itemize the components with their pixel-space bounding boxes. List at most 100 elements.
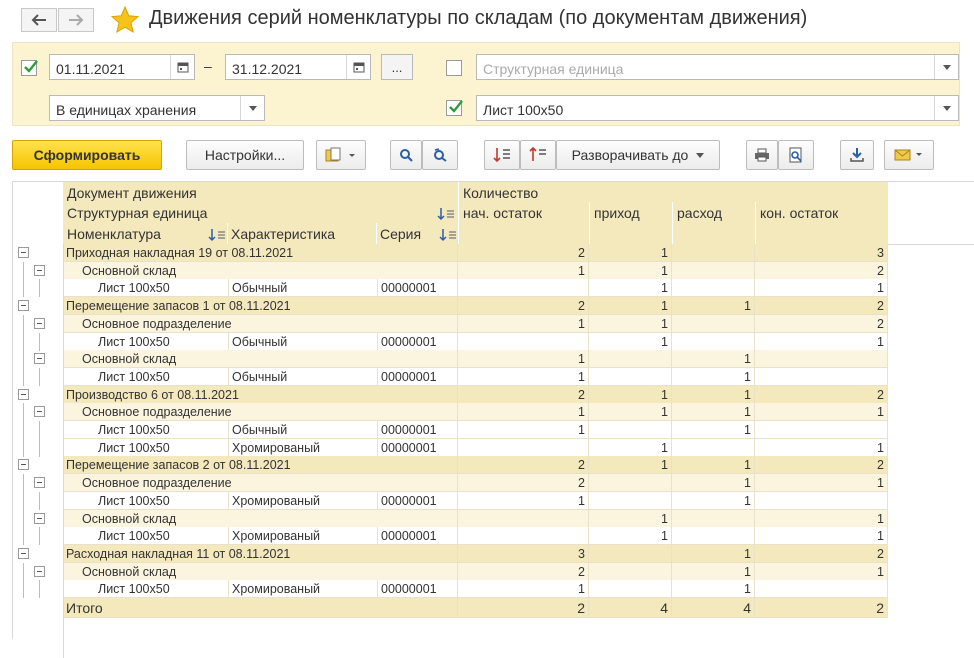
row-income[interactable]: 1	[589, 279, 672, 297]
table-row[interactable]: Лист 100х50 Обычный 00000001 1 1	[13, 279, 888, 297]
row-start[interactable]	[458, 510, 589, 528]
save-button[interactable]	[840, 140, 874, 170]
row-expense[interactable]: 1	[672, 403, 755, 421]
row-name[interactable]: Приходная накладная 19 от 08.11.2021	[63, 244, 458, 262]
row-expense[interactable]: 1	[672, 492, 755, 510]
row-series[interactable]: 00000001	[378, 492, 458, 510]
find-next-button[interactable]	[422, 140, 458, 170]
row-characteristic[interactable]: Хромированый	[229, 439, 378, 457]
date-from-field[interactable]: 01.11.2021	[49, 54, 195, 80]
row-series[interactable]: 00000001	[378, 439, 458, 457]
table-row[interactable]: Расходная накладная 11 от 08.11.2021 3 1 2	[13, 545, 888, 563]
row-series[interactable]: 00000001	[378, 279, 458, 297]
row-name[interactable]: Перемещение запасов 1 от 08.11.2021	[63, 297, 458, 315]
collapse-toggle-icon[interactable]	[18, 459, 29, 470]
table-row[interactable]: Лист 100х50 Обычный 00000001 1 1	[13, 368, 888, 386]
row-name[interactable]: Лист 100х50	[63, 492, 229, 510]
structural-unit-field[interactable]: Структурная единица	[476, 54, 959, 80]
row-series[interactable]: 00000001	[378, 580, 458, 598]
row-expense[interactable]: 1	[672, 421, 755, 439]
row-expense[interactable]	[672, 262, 755, 280]
row-expense[interactable]: 1	[672, 368, 755, 386]
row-characteristic[interactable]: Обычный	[229, 421, 378, 439]
sort-icon[interactable]	[437, 207, 455, 221]
row-income[interactable]	[589, 545, 672, 563]
row-start[interactable]	[458, 279, 589, 297]
table-row[interactable]: Основное подразделение 2 1 1	[13, 474, 888, 492]
calendar-button[interactable]	[170, 55, 194, 79]
table-row[interactable]: Лист 100х50 Обычный 00000001 1 1	[13, 421, 888, 439]
row-income[interactable]: 1	[589, 333, 672, 351]
row-name[interactable]: Расходная накладная 11 от 08.11.2021	[63, 545, 458, 563]
row-end[interactable]: 1	[755, 403, 888, 421]
row-series[interactable]: 00000001	[378, 368, 458, 386]
row-expense[interactable]: 1	[672, 386, 755, 404]
row-income[interactable]	[589, 563, 672, 581]
row-start[interactable]: 1	[458, 350, 589, 368]
row-start[interactable]: 1	[458, 492, 589, 510]
row-income[interactable]: 1	[589, 510, 672, 528]
row-end[interactable]: 1	[755, 439, 888, 457]
table-row[interactable]: Лист 100х50 Хромированый 00000001 1 1	[13, 580, 888, 598]
collapse-toggle-icon[interactable]	[34, 406, 45, 417]
row-name[interactable]: Лист 100х50	[63, 279, 229, 297]
table-row[interactable]: Лист 100х50 Обычный 00000001 1 1	[13, 333, 888, 351]
row-income[interactable]	[589, 350, 672, 368]
sort-icon[interactable]	[439, 228, 457, 242]
row-end[interactable]	[755, 580, 888, 598]
row-characteristic[interactable]: Хромированый	[229, 527, 378, 545]
row-name[interactable]: Основной склад	[63, 262, 458, 280]
row-income[interactable]: 1	[589, 456, 672, 474]
row-income[interactable]: 1	[589, 403, 672, 421]
back-button[interactable]	[21, 8, 57, 32]
row-name[interactable]: Основное подразделение	[63, 474, 458, 492]
row-income[interactable]: 1	[589, 527, 672, 545]
table-row[interactable]: Перемещение запасов 2 от 08.11.2021 2 1 1 2	[13, 456, 888, 474]
row-name[interactable]: Производство 6 от 08.11.2021	[63, 386, 458, 404]
row-income[interactable]	[589, 492, 672, 510]
collapse-toggle-icon[interactable]	[18, 389, 29, 400]
row-start[interactable]	[458, 333, 589, 351]
row-income[interactable]	[589, 368, 672, 386]
row-income[interactable]	[589, 421, 672, 439]
row-end[interactable]: 3	[755, 244, 888, 262]
favorite-star-icon[interactable]	[110, 5, 140, 35]
row-characteristic[interactable]: Обычный	[229, 368, 378, 386]
row-start[interactable]: 2	[458, 456, 589, 474]
row-start[interactable]: 1	[458, 315, 589, 333]
row-end[interactable]: 2	[755, 315, 888, 333]
row-start[interactable]	[458, 527, 589, 545]
row-name[interactable]: Перемещение запасов 2 от 08.11.2021	[63, 456, 458, 474]
row-name[interactable]: Основной склад	[63, 510, 458, 528]
table-row[interactable]: Основное подразделение 1 1 1 1	[13, 403, 888, 421]
row-characteristic[interactable]: Обычный	[229, 333, 378, 351]
row-expense[interactable]: 1	[672, 350, 755, 368]
dropdown-button[interactable]	[240, 96, 264, 120]
row-start[interactable]	[458, 439, 589, 457]
row-income[interactable]	[589, 580, 672, 598]
row-name[interactable]: Лист 100х50	[63, 421, 229, 439]
row-expense[interactable]	[672, 439, 755, 457]
row-end[interactable]	[755, 492, 888, 510]
row-start[interactable]: 1	[458, 421, 589, 439]
row-end[interactable]: 1	[755, 474, 888, 492]
row-end[interactable]: 1	[755, 333, 888, 351]
table-row[interactable]: Приходная накладная 19 от 08.11.2021 2 1 3	[13, 244, 888, 262]
variant-menu-button[interactable]	[316, 140, 366, 170]
row-expense[interactable]: 1	[672, 563, 755, 581]
row-expense[interactable]: 1	[672, 545, 755, 563]
row-expense[interactable]	[672, 279, 755, 297]
row-end[interactable]: 1	[755, 563, 888, 581]
table-row[interactable]: Основное подразделение 1 1 2	[13, 315, 888, 333]
row-name[interactable]: Лист 100х50	[63, 580, 229, 598]
sort-icon[interactable]	[208, 228, 226, 242]
sort-descending-button[interactable]	[520, 140, 556, 170]
row-expense[interactable]: 1	[672, 580, 755, 598]
collapse-toggle-icon[interactable]	[34, 318, 45, 329]
table-row[interactable]: Основной склад 1 1	[13, 350, 888, 368]
table-row[interactable]: Основной склад 1 1 2	[13, 262, 888, 280]
row-income[interactable]: 1	[589, 386, 672, 404]
item-field[interactable]: Лист 100х50	[476, 95, 959, 121]
row-end[interactable]: 1	[755, 510, 888, 528]
row-name[interactable]: Основной склад	[63, 563, 458, 581]
